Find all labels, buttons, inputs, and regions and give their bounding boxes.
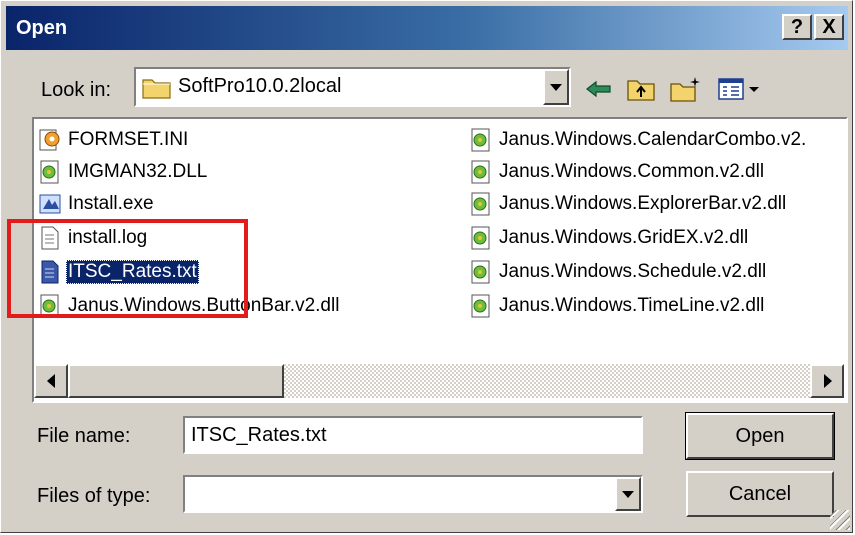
files-of-type-dropdown-button[interactable]: [615, 477, 641, 511]
horizontal-scrollbar[interactable]: [34, 364, 844, 398]
up-folder-icon[interactable]: [626, 75, 656, 103]
title-bar[interactable]: Open ? X: [6, 6, 848, 50]
file-name-input[interactable]: ITSC_Rates.txt: [183, 416, 643, 454]
cancel-button[interactable]: Cancel: [686, 471, 834, 517]
dll-file-icon: [469, 225, 493, 251]
scroll-thumb[interactable]: [68, 364, 284, 398]
dll-file-icon: [38, 293, 62, 319]
open-button-label: Open: [735, 425, 785, 447]
dll-file-icon: [38, 159, 62, 185]
back-arrow-icon[interactable]: [584, 75, 614, 103]
files-of-type-label: Files of type:: [37, 485, 151, 507]
text-document-icon: [38, 225, 62, 251]
folder-icon: [142, 75, 172, 104]
list-item[interactable]: install.log: [38, 223, 149, 253]
close-button[interactable]: X: [814, 14, 844, 40]
chevron-down-icon: [622, 491, 634, 498]
look-in-value: SoftPro10.0.2local: [178, 75, 342, 97]
list-item[interactable]: Janus.Windows.ButtonBar.v2.dll: [38, 291, 341, 321]
dll-file-icon: [469, 159, 493, 185]
view-menu-icon[interactable]: [717, 75, 765, 103]
open-dialog: Open ? X Look in: SoftPro10.0.2local FOR…: [0, 0, 853, 533]
help-button[interactable]: ?: [782, 14, 812, 40]
look-in-dropdown-button[interactable]: [543, 69, 569, 105]
resize-grip-icon[interactable]: [830, 510, 850, 530]
dll-file-icon: [469, 293, 493, 319]
dll-file-icon: [469, 191, 493, 217]
installer-exe-icon: [38, 191, 62, 217]
window-title: Open: [16, 17, 68, 39]
text-document-icon: [38, 259, 62, 285]
arrow-left-icon: [47, 374, 55, 388]
look-in-combo[interactable]: SoftPro10.0.2local: [134, 67, 571, 107]
new-folder-icon[interactable]: [669, 75, 700, 103]
files-of-type-combo[interactable]: [183, 475, 643, 513]
scroll-left-button[interactable]: [34, 364, 68, 398]
chevron-down-icon: [550, 84, 562, 91]
list-item[interactable]: Janus.Windows.Schedule.v2.dll: [469, 257, 768, 287]
dll-file-icon: [469, 259, 493, 285]
list-item-selected[interactable]: ITSC_Rates.txt: [38, 257, 199, 287]
arrow-right-icon: [824, 374, 832, 388]
list-item[interactable]: Janus.Windows.ExplorerBar.v2.dll: [469, 189, 788, 219]
list-item[interactable]: IMGMAN32.DLL: [38, 157, 209, 187]
dll-file-icon: [469, 127, 493, 153]
list-item[interactable]: Janus.Windows.TimeLine.v2.dll: [469, 291, 766, 321]
cancel-button-label: Cancel: [728, 483, 792, 505]
file-list-content: FORMSET.INI IMGMAN32.DLL Install.exe ins…: [30, 119, 848, 403]
files-of-type-value: [185, 483, 191, 505]
list-item[interactable]: Janus.Windows.Common.v2.dll: [469, 157, 766, 187]
look-in-label: Look in:: [41, 79, 112, 101]
scroll-right-button[interactable]: [810, 364, 844, 398]
open-button[interactable]: Open: [685, 412, 835, 460]
list-item[interactable]: Install.exe: [38, 189, 156, 219]
list-item[interactable]: FORMSET.INI: [38, 125, 190, 155]
list-item[interactable]: Janus.Windows.GridEX.v2.dll: [469, 223, 750, 253]
ini-settings-icon: [38, 127, 62, 153]
list-item[interactable]: Janus.Windows.CalendarCombo.v2.: [469, 125, 808, 155]
file-name-label: File name:: [37, 425, 131, 447]
